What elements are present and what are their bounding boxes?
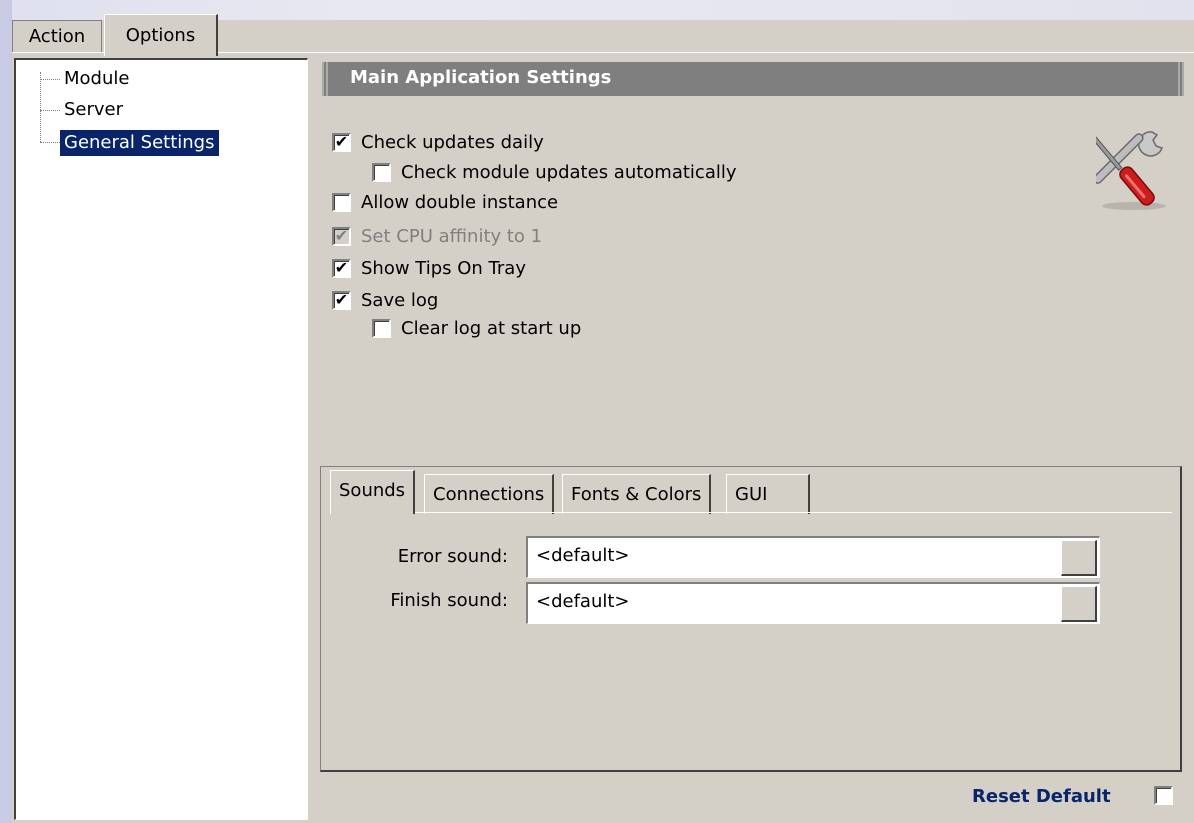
tree-item-general-settings[interactable]: General Settings	[60, 130, 219, 156]
show-tips-on-tray-option[interactable]: ✔ Show Tips On Tray	[332, 254, 526, 282]
check-updates-daily-checkbox[interactable]: ✔	[332, 132, 351, 152]
cpu-affinity-checkbox: ✔	[332, 226, 351, 246]
tab-action[interactable]: Action	[12, 20, 102, 52]
options-tree[interactable]: Module Server General Settings	[14, 58, 308, 820]
tree-connector	[40, 72, 41, 142]
tree-connector	[40, 110, 60, 111]
finish-sound-browse-button[interactable]	[1061, 586, 1097, 622]
option-label: Clear log at start up	[401, 317, 582, 339]
error-sound-label: Error sound:	[397, 546, 508, 567]
tab-action-label: Action	[28, 26, 86, 47]
error-sound-browse-button[interactable]	[1061, 540, 1097, 576]
tree-connector	[40, 142, 60, 143]
save-log-checkbox[interactable]: ✔	[332, 290, 351, 310]
watermark-strip	[0, 0, 12, 823]
tab-sounds[interactable]: Sounds	[330, 470, 416, 514]
error-sound-field[interactable]: <default>	[526, 536, 1100, 578]
option-label: Show Tips On Tray	[361, 257, 526, 279]
check-updates-daily-option[interactable]: ✔ Check updates daily	[332, 128, 544, 156]
error-sound-value: <default>	[536, 545, 630, 566]
tree-connector	[40, 79, 60, 80]
option-label: Allow double instance	[361, 191, 559, 213]
tree-item-module[interactable]: Module	[60, 66, 133, 92]
option-label: Set CPU affinity to 1	[361, 225, 543, 247]
tools-icon	[1096, 131, 1166, 210]
finish-sound-value: <default>	[536, 591, 630, 612]
allow-double-instance-checkbox[interactable]	[332, 192, 351, 212]
subtab-border	[330, 512, 1172, 513]
tab-fonts-colors[interactable]: Fonts & Colors	[562, 474, 712, 514]
tab-options[interactable]: Options	[104, 14, 218, 56]
option-label: Check updates daily	[361, 131, 544, 153]
allow-double-instance-option[interactable]: Allow double instance	[332, 188, 558, 216]
cpu-affinity-option: ✔ Set CPU affinity to 1	[332, 222, 542, 250]
option-label: Save log	[361, 289, 439, 311]
reset-default-link[interactable]: Reset Default	[972, 786, 1111, 807]
section-title: Main Application Settings	[350, 67, 612, 88]
check-module-updates-option[interactable]: Check module updates automatically	[372, 158, 737, 186]
finish-sound-label: Finish sound:	[390, 590, 508, 611]
tree-item-server[interactable]: Server	[60, 97, 127, 123]
section-header: Main Application Settings	[322, 62, 1184, 96]
check-module-updates-checkbox[interactable]	[372, 162, 391, 182]
option-label: Check module updates automatically	[401, 161, 737, 183]
finish-sound-field[interactable]: <default>	[526, 582, 1100, 624]
save-log-option[interactable]: ✔ Save log	[332, 286, 438, 314]
show-tips-on-tray-checkbox[interactable]: ✔	[332, 258, 351, 278]
tab-options-label: Options	[125, 25, 196, 46]
clear-log-checkbox[interactable]	[372, 318, 391, 338]
reset-default-checkbox[interactable]	[1154, 786, 1173, 805]
tab-connections[interactable]: Connections	[424, 474, 555, 514]
clear-log-option[interactable]: Clear log at start up	[372, 314, 581, 342]
tab-gui[interactable]: GUI	[726, 474, 810, 514]
